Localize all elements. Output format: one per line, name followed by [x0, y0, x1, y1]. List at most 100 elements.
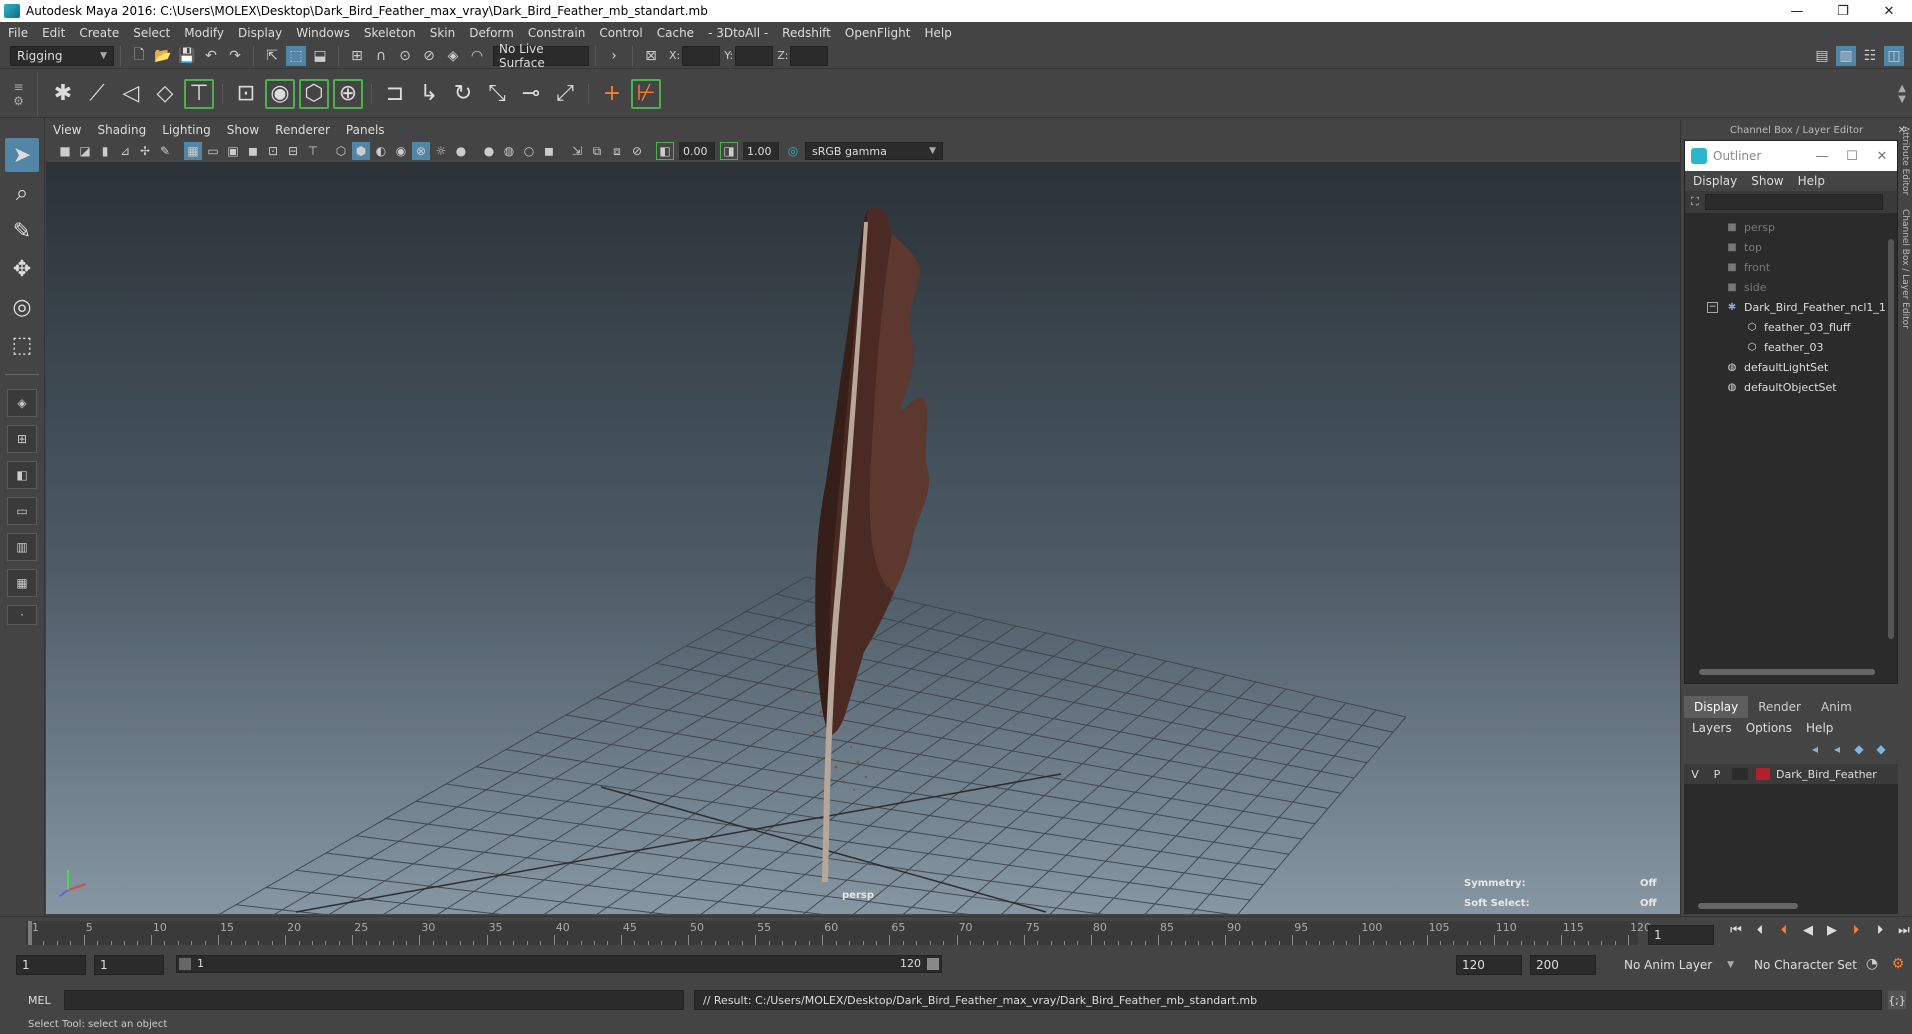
close-icon[interactable]: ✕ — [1867, 149, 1897, 164]
menu-skin[interactable]: Skin — [430, 26, 456, 40]
field-chart-icon[interactable]: ⊡ — [264, 142, 282, 160]
ik-handle-icon[interactable]: ⟋ — [82, 79, 112, 109]
scale-tool-icon[interactable]: ⬚ — [5, 328, 39, 362]
xray-joints-icon[interactable]: ⧉ — [588, 142, 606, 160]
wireframe-icon[interactable]: ⬡ — [332, 142, 350, 160]
paint-select-tool-icon[interactable]: ✎ — [5, 214, 39, 248]
play-back-icon[interactable]: ◀ — [1796, 923, 1820, 938]
layer-playback-toggle[interactable]: P — [1706, 768, 1728, 781]
outliner-item-front[interactable]: ■ front — [1685, 257, 1897, 277]
move-tool-icon[interactable]: ✥ — [5, 252, 39, 286]
insert-joint-icon[interactable]: ◇ — [150, 79, 180, 109]
outliner-item-objectset[interactable]: ◍ defaultObjectSet — [1685, 377, 1897, 397]
shelf-handle[interactable]: ≡ ⚙ — [0, 71, 38, 116]
pole-vector-icon[interactable]: ⤢ — [550, 79, 580, 109]
ik-spline-icon[interactable]: ◁ — [116, 79, 146, 109]
menu-select[interactable]: Select — [133, 26, 170, 40]
playback-start-field[interactable]: 1 — [94, 955, 164, 975]
orient-constraint-icon[interactable]: ↻ — [448, 79, 478, 109]
hypershade-layout-icon[interactable]: ▦ — [7, 569, 37, 597]
select-by-hierarchy-icon[interactable]: ⇱ — [262, 46, 282, 66]
undo-icon[interactable]: ↶ — [201, 46, 221, 66]
outliner-horizontal-scrollbar[interactable] — [1689, 667, 1893, 677]
interactive-bind-icon[interactable]: ◉ — [265, 78, 295, 109]
range-end-handle[interactable] — [927, 958, 939, 970]
grease-pencil-icon[interactable]: ✎ — [156, 142, 174, 160]
menu-3dtoall[interactable]: - 3DtoAll - — [708, 26, 768, 40]
menu-modify[interactable]: Modify — [184, 26, 224, 40]
vp-menu-shading[interactable]: Shading — [97, 123, 146, 137]
vp-menu-view[interactable]: View — [53, 123, 81, 137]
two-pane-layout-icon[interactable]: ◧ — [7, 461, 37, 489]
collapse-icon[interactable]: − — [1707, 301, 1718, 313]
step-forward-key-icon[interactable]: ⏵ — [1868, 923, 1892, 938]
outliner-item-persp[interactable]: ■ persp — [1685, 217, 1897, 237]
time-slider-track[interactable]: 1 5 10 15 20 25 30 35 40 45 50 55 60 65 70 75 80 85 90 95 10… — [26, 921, 1651, 945]
menu-windows[interactable]: Windows — [296, 26, 350, 40]
layer-horizontal-scrollbar[interactable] — [1688, 902, 1892, 910]
close-button[interactable]: ✕ — [1866, 0, 1912, 22]
new-layer-icon[interactable]: ◆ — [1848, 742, 1870, 756]
gamma-icon[interactable]: ◨ — [720, 142, 738, 160]
menu-constrain[interactable]: Constrain — [528, 26, 586, 40]
animation-end-field[interactable]: 200 — [1530, 955, 1596, 975]
new-layer-from-selection-icon[interactable]: ◆ — [1870, 742, 1892, 756]
layer-menu-help[interactable]: Help — [1806, 721, 1833, 735]
go-to-start-icon[interactable]: ⏮ — [1724, 923, 1748, 938]
rotate-tool-icon[interactable]: ◎ — [5, 290, 39, 324]
xray-icon[interactable]: ⇲ — [568, 142, 586, 160]
textured-icon[interactable]: ◉ — [392, 142, 410, 160]
outliner-menu-show[interactable]: Show — [1751, 174, 1783, 188]
layer-visibility-toggle[interactable]: V — [1684, 768, 1706, 781]
bookmark-icon[interactable]: ▮ — [96, 142, 114, 160]
perspective-viewport[interactable]: persp Symmetry: Off Soft Select: Off — [46, 162, 1680, 914]
tab-anim[interactable]: Anim — [1811, 696, 1862, 718]
lights-icon[interactable]: ⊗ — [412, 142, 430, 160]
outliner-item-fluff[interactable]: ⬡ feather_03_fluff — [1685, 317, 1897, 337]
move-layer-down-icon[interactable]: ◂ — [1826, 742, 1848, 756]
exposure-field[interactable]: 0.00 — [679, 142, 715, 160]
shadows-icon[interactable]: ☼ — [432, 142, 450, 160]
camera-attributes-icon[interactable]: ◪ — [76, 142, 94, 160]
four-pane-layout-icon[interactable]: ⊞ — [7, 425, 37, 453]
tool-settings-icon[interactable]: ☷ — [1860, 46, 1880, 66]
vp-menu-show[interactable]: Show — [227, 123, 259, 137]
open-scene-icon[interactable]: 📂 — [153, 46, 173, 66]
gate-mask-icon[interactable]: ◼ — [244, 142, 262, 160]
shelf-scroll[interactable]: ▲ ▼ — [1898, 83, 1906, 105]
point-constraint-icon[interactable]: ↳ — [414, 79, 444, 109]
image-plane-icon[interactable]: ⊿ — [116, 142, 134, 160]
menu-redshift[interactable]: Redshift — [782, 26, 831, 40]
graph-persp-layout-icon[interactable]: ▥ — [7, 533, 37, 561]
step-back-key-icon[interactable]: ⏴ — [1748, 923, 1772, 938]
z-field[interactable] — [790, 45, 829, 66]
anti-aliasing-icon[interactable]: ◍ — [500, 142, 518, 160]
script-language-label[interactable]: MEL — [0, 994, 56, 1007]
animation-preferences-icon[interactable]: ⚙ — [1888, 954, 1908, 974]
camera-select-icon[interactable]: ■ — [56, 142, 74, 160]
ambient-occlusion-icon[interactable]: ● — [452, 142, 470, 160]
2d-pan-zoom-icon[interactable]: ✢ — [136, 142, 154, 160]
outliner-vertical-scrollbar[interactable] — [1887, 229, 1895, 649]
snap-grid-icon[interactable]: ⊞ — [347, 46, 367, 66]
safe-title-icon[interactable]: ⊤ — [304, 142, 322, 160]
snap-view-icon[interactable]: ⊘ — [419, 46, 439, 66]
menu-create[interactable]: Create — [79, 26, 119, 40]
smooth-shade-icon[interactable]: ⬢ — [352, 142, 370, 160]
wireframe-on-shaded-icon[interactable]: ◐ — [372, 142, 390, 160]
menu-cache[interactable]: Cache — [657, 26, 694, 40]
attribute-editor-tab[interactable]: Attribute Editor — [1900, 126, 1910, 195]
tab-render[interactable]: Render — [1748, 696, 1811, 718]
menu-set-dropdown[interactable]: Rigging ▼ — [10, 45, 114, 66]
layer-menu-layers[interactable]: Layers — [1692, 721, 1732, 735]
go-to-end-icon[interactable]: ⏭ — [1892, 923, 1912, 938]
locator-icon[interactable]: + — [597, 79, 627, 109]
vp-menu-renderer[interactable]: Renderer — [275, 123, 330, 137]
attribute-editor-toggle-icon[interactable]: ▥ — [1836, 45, 1856, 66]
gamma-field[interactable]: 1.00 — [743, 142, 779, 160]
depth-of-field-icon[interactable]: ○ — [520, 142, 538, 160]
menu-openflight[interactable]: OpenFlight — [845, 26, 911, 40]
backface-icon[interactable]: ⊘ — [628, 142, 646, 160]
select-by-object-icon[interactable]: ⬚ — [286, 45, 306, 66]
outliner-item-group[interactable]: − ✱ Dark_Bird_Feather_ncl1_1 — [1685, 297, 1897, 317]
